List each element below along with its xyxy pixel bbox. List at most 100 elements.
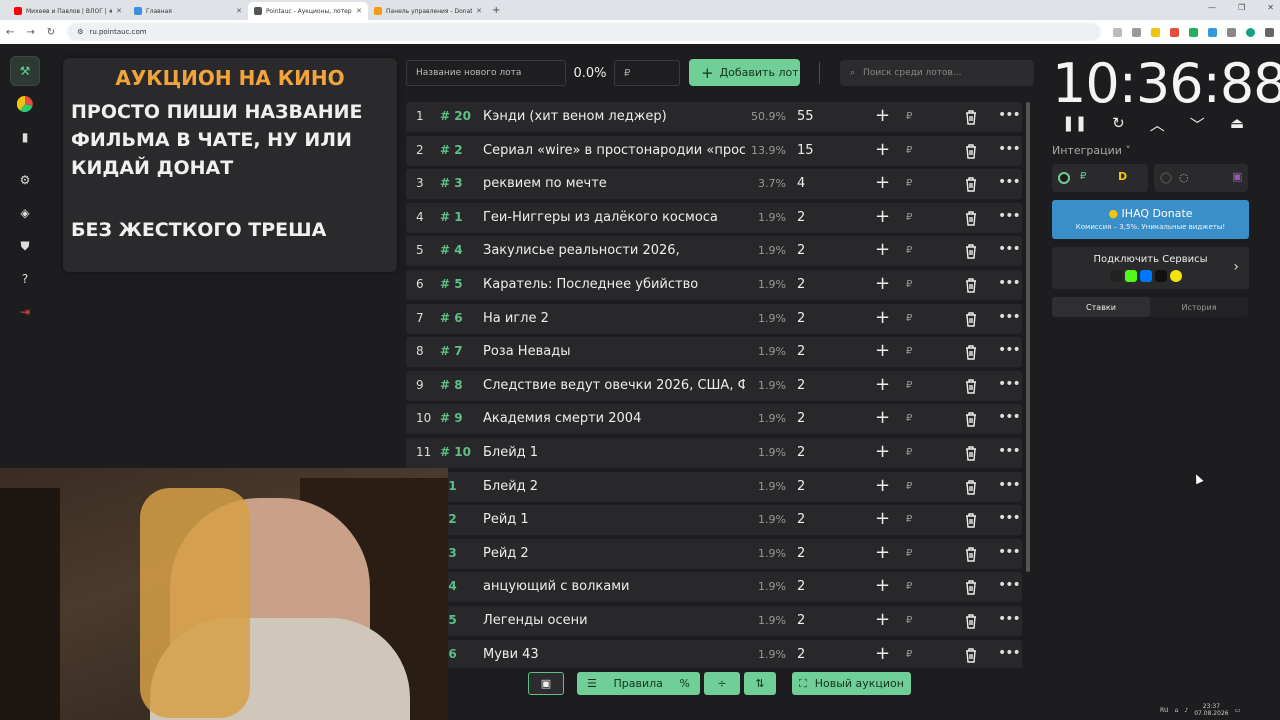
sidebar-settings-gear-icon[interactable]: ⚙ xyxy=(10,165,40,195)
lot-row[interactable]: 11 Блейд 2 1.9% 2 + ₽ ••• xyxy=(406,471,1022,502)
lot-name[interactable]: Кэнди (хит веном леджер) xyxy=(483,109,745,124)
delete-trash-icon[interactable] xyxy=(964,445,978,461)
add-amount-plus-icon[interactable]: + xyxy=(875,307,890,328)
more-options-icon[interactable]: ••• xyxy=(998,544,1021,560)
tab-bets[interactable]: Ставки xyxy=(1052,297,1150,317)
more-options-icon[interactable]: ••• xyxy=(998,208,1021,224)
more-options-icon[interactable]: ••• xyxy=(998,174,1021,190)
sidebar-layers-icon[interactable]: ◈ xyxy=(10,198,40,228)
amount-input[interactable]: ₽ xyxy=(906,615,912,626)
extension-icon[interactable] xyxy=(1189,27,1198,37)
close-tab-icon[interactable]: ✕ xyxy=(476,7,482,15)
amount-input[interactable]: ₽ xyxy=(906,380,912,391)
lot-search-input[interactable]: ⌕ Поиск среди лотов... xyxy=(840,60,1034,86)
new-tab-icon[interactable]: + xyxy=(492,2,500,20)
more-options-icon[interactable]: ••• xyxy=(998,443,1021,459)
lot-row[interactable]: 14 анцующий с волками 1.9% 2 + ₽ ••• xyxy=(406,572,1022,603)
lot-row[interactable]: 13 Рейд 2 1.9% 2 + ₽ ••• xyxy=(406,538,1022,569)
connect-services-card[interactable]: Подключить Сервисы › xyxy=(1052,247,1249,289)
save-button[interactable]: ▣ xyxy=(528,672,564,695)
volume-icon[interactable]: ♪ xyxy=(1184,707,1188,714)
delete-trash-icon[interactable] xyxy=(964,243,978,260)
more-options-icon[interactable]: ••• xyxy=(998,309,1021,325)
close-tab-icon[interactable]: ✕ xyxy=(356,7,362,15)
amount-input[interactable]: ₽ xyxy=(906,447,912,458)
delete-trash-icon[interactable] xyxy=(964,311,978,327)
add-lot-button[interactable]: + Добавить лот xyxy=(689,59,800,86)
lot-name-input[interactable]: Название нового лота xyxy=(406,60,566,86)
site-info-icon[interactable]: ⚙ xyxy=(77,28,83,36)
add-amount-plus-icon[interactable]: + xyxy=(875,105,890,126)
new-auction-button[interactable]: ⛶ Новый аукцион xyxy=(792,672,911,695)
add-amount-plus-icon[interactable]: + xyxy=(875,206,890,227)
delete-trash-icon[interactable] xyxy=(964,210,978,226)
close-tab-icon[interactable]: ✕ xyxy=(116,7,122,15)
more-options-icon[interactable]: ••• xyxy=(998,510,1021,526)
lot-name[interactable]: Следствие ведут овечки 2026, США, Фэнтез… xyxy=(483,378,745,393)
lot-name[interactable]: Легенды осени xyxy=(483,613,745,628)
chevron-down-icon[interactable]: ﹀ xyxy=(1190,114,1205,135)
reload-icon[interactable]: ↻ xyxy=(47,27,55,38)
delete-trash-icon[interactable] xyxy=(964,613,978,629)
language-indicator[interactable]: RU xyxy=(1160,707,1169,714)
amount-input[interactable]: ₽ xyxy=(906,111,912,122)
lot-name[interactable]: Блейд 2 xyxy=(483,479,745,494)
lot-name[interactable]: анцующий с волками xyxy=(483,579,745,594)
more-options-icon[interactable]: ••• xyxy=(998,645,1021,661)
integration-twitch[interactable]: ◌ ▣ xyxy=(1154,164,1248,192)
donate-service-card[interactable]: ● IHAQ Donate Комиссия – 3,5%. Уникальны… xyxy=(1052,200,1249,239)
add-amount-plus-icon[interactable]: + xyxy=(875,239,890,260)
restart-icon[interactable]: ↻ xyxy=(1112,114,1125,135)
delete-trash-icon[interactable] xyxy=(964,546,978,562)
add-amount-plus-icon[interactable]: + xyxy=(875,609,890,630)
add-amount-plus-icon[interactable]: + xyxy=(875,575,890,596)
lot-row[interactable]: 12 Рейд 1 1.9% 2 + ₽ ••• xyxy=(406,505,1022,536)
add-amount-plus-icon[interactable]: + xyxy=(875,340,890,361)
browser-tab-2[interactable]: Главная ✕ xyxy=(128,2,248,20)
lot-name[interactable]: Муви 43 xyxy=(483,647,745,662)
sort-button[interactable]: ⇅ xyxy=(744,672,776,695)
lot-name[interactable]: Роза Невады xyxy=(483,344,745,359)
delete-trash-icon[interactable] xyxy=(964,378,978,394)
amount-input[interactable]: ₽ xyxy=(906,279,912,290)
lot-name[interactable]: Закулисье реальности 2026, xyxy=(483,243,745,258)
lot-row[interactable]: 10 # 9 Академия смерти 2004 1.9% 2 + ₽ ••• xyxy=(406,404,1022,435)
lot-row[interactable]: 6 # 5 Каратель: Последнее убийство 1.9% 2 + ₽ •… xyxy=(406,270,1022,300)
back-icon[interactable]: ← xyxy=(6,27,14,38)
lot-row[interactable]: 15 Легенды осени 1.9% 2 + ₽ ••• xyxy=(406,606,1022,636)
integrations-toggle[interactable]: Интеграции ˅ xyxy=(1052,144,1131,157)
amount-input[interactable]: ₽ xyxy=(906,481,912,492)
amount-input[interactable]: ₽ xyxy=(906,145,912,156)
split-button[interactable]: ÷ xyxy=(704,672,740,695)
browser-tab-1[interactable]: Михеев и Павлов | ВЛОГ | #3 ✕ xyxy=(8,2,128,20)
delete-trash-icon[interactable] xyxy=(964,512,978,528)
sidebar-shield-icon[interactable]: ⛊ xyxy=(10,231,40,261)
delete-trash-icon[interactable] xyxy=(964,143,978,159)
close-window-icon[interactable]: ✕ xyxy=(1267,3,1274,12)
delete-trash-icon[interactable] xyxy=(964,411,978,428)
rules-button[interactable]: ☰ Правила % xyxy=(577,672,700,695)
zoom-icon[interactable] xyxy=(1113,27,1122,37)
tab-history[interactable]: История xyxy=(1150,297,1248,317)
add-amount-plus-icon[interactable]: + xyxy=(875,508,890,529)
add-amount-plus-icon[interactable]: + xyxy=(875,273,890,294)
lot-name[interactable]: Блейд 1 xyxy=(483,445,745,460)
extensions-puzzle-icon[interactable] xyxy=(1227,27,1236,37)
add-amount-plus-icon[interactable]: + xyxy=(875,441,890,462)
lot-name[interactable]: реквием по мечте xyxy=(483,176,745,191)
amount-input[interactable]: ₽ xyxy=(906,649,912,660)
sidebar-logout-icon[interactable]: ⇥ xyxy=(10,297,40,327)
maximize-icon[interactable]: ❐ xyxy=(1238,3,1245,12)
lot-row[interactable]: 16 Муви 43 1.9% 2 + ₽ ••• xyxy=(406,639,1022,668)
notifications-icon[interactable]: ▭ xyxy=(1235,707,1241,714)
lot-name[interactable]: Сериал «wire» в простонародии «прослушка… xyxy=(483,143,745,158)
delete-trash-icon[interactable] xyxy=(964,277,978,293)
amount-input[interactable]: ₽ xyxy=(906,581,912,592)
extension-icon[interactable] xyxy=(1151,27,1160,37)
tray-clock[interactable]: 23:37 07.08.2026 xyxy=(1194,703,1228,717)
lot-row[interactable]: 8 # 7 Роза Невады 1.9% 2 + ₽ ••• xyxy=(406,337,1022,368)
lot-row[interactable]: 2 # 2 Сериал «wire» в простонародии «просл… xyxy=(406,135,1022,166)
sidebar-stats-icon[interactable]: ▮ xyxy=(10,122,40,152)
lot-name[interactable]: Геи-Ниггеры из далёкого космоса xyxy=(483,210,745,225)
amount-input[interactable]: ₽ xyxy=(906,212,912,223)
